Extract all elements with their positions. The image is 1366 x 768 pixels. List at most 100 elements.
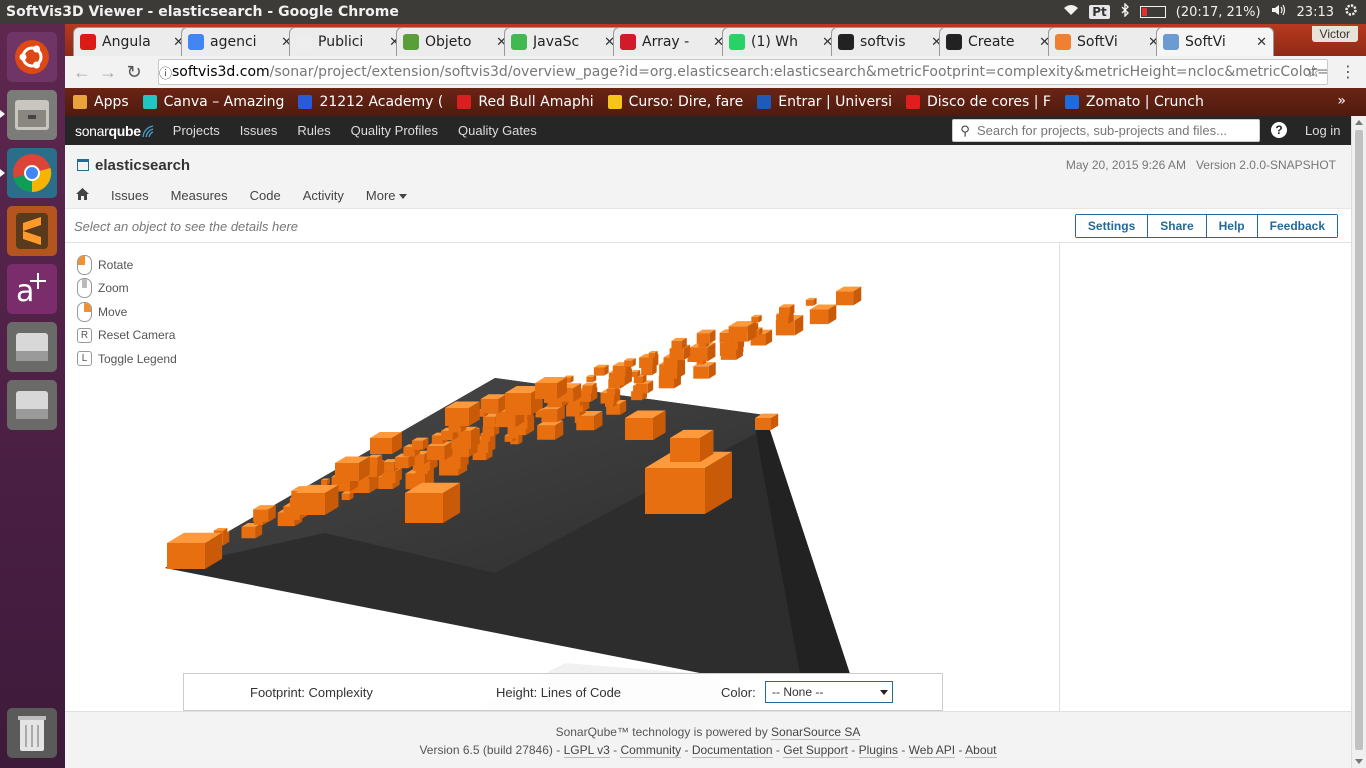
back-icon[interactable]: ←: [69, 62, 95, 83]
browser-tab[interactable]: agenci ✕: [181, 27, 299, 56]
building[interactable]: [426, 446, 445, 461]
menu-kebab-icon[interactable]: ⋮: [1340, 62, 1356, 82]
nav-rules[interactable]: Rules: [297, 123, 330, 138]
scroll-down-icon[interactable]: [1355, 759, 1363, 764]
nav-quality-gates[interactable]: Quality Gates: [458, 123, 537, 138]
settings-button[interactable]: Settings: [1075, 215, 1149, 237]
building[interactable]: [728, 326, 748, 342]
building[interactable]: [648, 352, 655, 358]
nav-quality-profiles[interactable]: Quality Profiles: [351, 123, 438, 138]
building[interactable]: [835, 291, 854, 306]
building[interactable]: [624, 360, 633, 367]
files-icon[interactable]: [7, 90, 57, 140]
reload-icon[interactable]: ↻: [121, 62, 147, 83]
login-link[interactable]: Log in: [1305, 123, 1340, 138]
search-input[interactable]: ⚲ Search for projects, sub-projects and …: [952, 119, 1260, 142]
building[interactable]: [633, 376, 643, 384]
code-city-3d-view[interactable]: [65, 243, 1059, 711]
building[interactable]: [693, 366, 709, 379]
building[interactable]: [586, 376, 594, 383]
page-scrollbar[interactable]: [1351, 116, 1366, 768]
volume-icon[interactable]: [1271, 4, 1287, 20]
building[interactable]: [541, 409, 558, 423]
bookmark-item[interactable]: Red Bull Amaphi: [457, 94, 594, 110]
building[interactable]: [295, 493, 325, 515]
building[interactable]: [445, 408, 469, 426]
feedback-button[interactable]: Feedback: [1257, 215, 1337, 237]
building[interactable]: [809, 309, 829, 325]
building[interactable]: [751, 316, 759, 323]
browser-tab[interactable]: JavaSc ✕: [504, 27, 622, 56]
browser-tab[interactable]: Create ✕: [939, 27, 1057, 56]
building[interactable]: [405, 493, 443, 523]
browser-tab[interactable]: SoftVi ✕: [1048, 27, 1166, 56]
building[interactable]: [370, 438, 392, 454]
bookmarks-overflow-icon[interactable]: »: [1337, 93, 1346, 109]
building[interactable]: [535, 383, 557, 399]
building[interactable]: [381, 471, 396, 484]
bluetooth-icon[interactable]: [1120, 2, 1130, 21]
building[interactable]: [241, 526, 256, 539]
building[interactable]: [805, 299, 814, 306]
building[interactable]: [671, 340, 683, 350]
browser-tab[interactable]: Publici ✕: [289, 27, 407, 56]
sonarsource-link[interactable]: SonarSource SA: [771, 725, 861, 740]
building[interactable]: [612, 365, 626, 376]
building[interactable]: [480, 399, 499, 414]
building[interactable]: [482, 427, 495, 437]
browser-tab[interactable]: SoftVi ✕: [1156, 27, 1274, 56]
bookmark-item[interactable]: Entrar | Universi: [757, 94, 892, 110]
building[interactable]: [625, 418, 653, 440]
clock[interactable]: 23:13: [1297, 5, 1334, 20]
bookmark-item[interactable]: 21212 Academy (: [298, 94, 443, 110]
ubuntu-dash-icon[interactable]: [7, 32, 57, 82]
sonarqube-logo[interactable]: sonar qube: [75, 123, 155, 139]
footer-link[interactable]: Plugins: [858, 743, 898, 758]
building[interactable]: [776, 314, 789, 324]
tab-activity[interactable]: Activity: [303, 188, 344, 203]
visualization-canvas[interactable]: Rotate Zoom Move R Reset Camera L Toggle L…: [65, 243, 1059, 711]
footer-link[interactable]: Get Support: [783, 743, 848, 758]
building[interactable]: [505, 393, 531, 415]
browser-tab[interactable]: Objeto ✕: [396, 27, 514, 56]
tab-more[interactable]: More: [366, 188, 407, 203]
trash-icon[interactable]: [7, 708, 57, 758]
footer-link[interactable]: Web API: [908, 743, 956, 758]
home-icon[interactable]: [76, 187, 89, 203]
browser-tab[interactable]: Array - ✕: [613, 27, 731, 56]
building[interactable]: [253, 509, 269, 522]
building[interactable]: [593, 367, 605, 376]
help-icon[interactable]: ?: [1271, 122, 1287, 138]
bookmark-item[interactable]: Disco de cores | F: [906, 94, 1051, 110]
color-metric-select[interactable]: -- None --: [765, 681, 893, 703]
building[interactable]: [645, 468, 705, 514]
profile-button[interactable]: Victor: [1311, 26, 1358, 42]
scrollbar-thumb[interactable]: [1355, 130, 1363, 750]
footer-link[interactable]: Documentation: [691, 743, 773, 758]
scroll-up-icon[interactable]: [1355, 120, 1363, 125]
building[interactable]: [689, 347, 708, 362]
building[interactable]: [576, 415, 595, 431]
wifi-icon[interactable]: [1063, 4, 1079, 20]
tab-close-icon[interactable]: ✕: [1256, 34, 1267, 50]
building[interactable]: [537, 425, 556, 440]
building[interactable]: [321, 480, 328, 485]
nav-issues[interactable]: Issues: [240, 123, 278, 138]
footer-link[interactable]: Community: [620, 743, 682, 758]
help-button[interactable]: Help: [1206, 215, 1258, 237]
footer-link[interactable]: About: [965, 743, 997, 758]
building[interactable]: [755, 418, 771, 430]
browser-tab[interactable]: Angula ✕: [73, 27, 191, 56]
bookmark-item[interactable]: Zomato | Crunch: [1064, 94, 1204, 110]
disk-drive-icon-2[interactable]: [7, 380, 57, 430]
building[interactable]: [606, 388, 616, 396]
building[interactable]: [341, 493, 350, 501]
building[interactable]: [394, 457, 409, 469]
site-info-icon[interactable]: ⓘ: [159, 63, 172, 82]
bookmark-item[interactable]: Canva – Amazing: [142, 94, 284, 110]
disk-drive-icon[interactable]: [7, 322, 57, 372]
battery-icon[interactable]: [1139, 6, 1166, 18]
building[interactable]: [779, 307, 790, 316]
tab-measures[interactable]: Measures: [171, 188, 228, 203]
tab-code[interactable]: Code: [250, 188, 281, 203]
